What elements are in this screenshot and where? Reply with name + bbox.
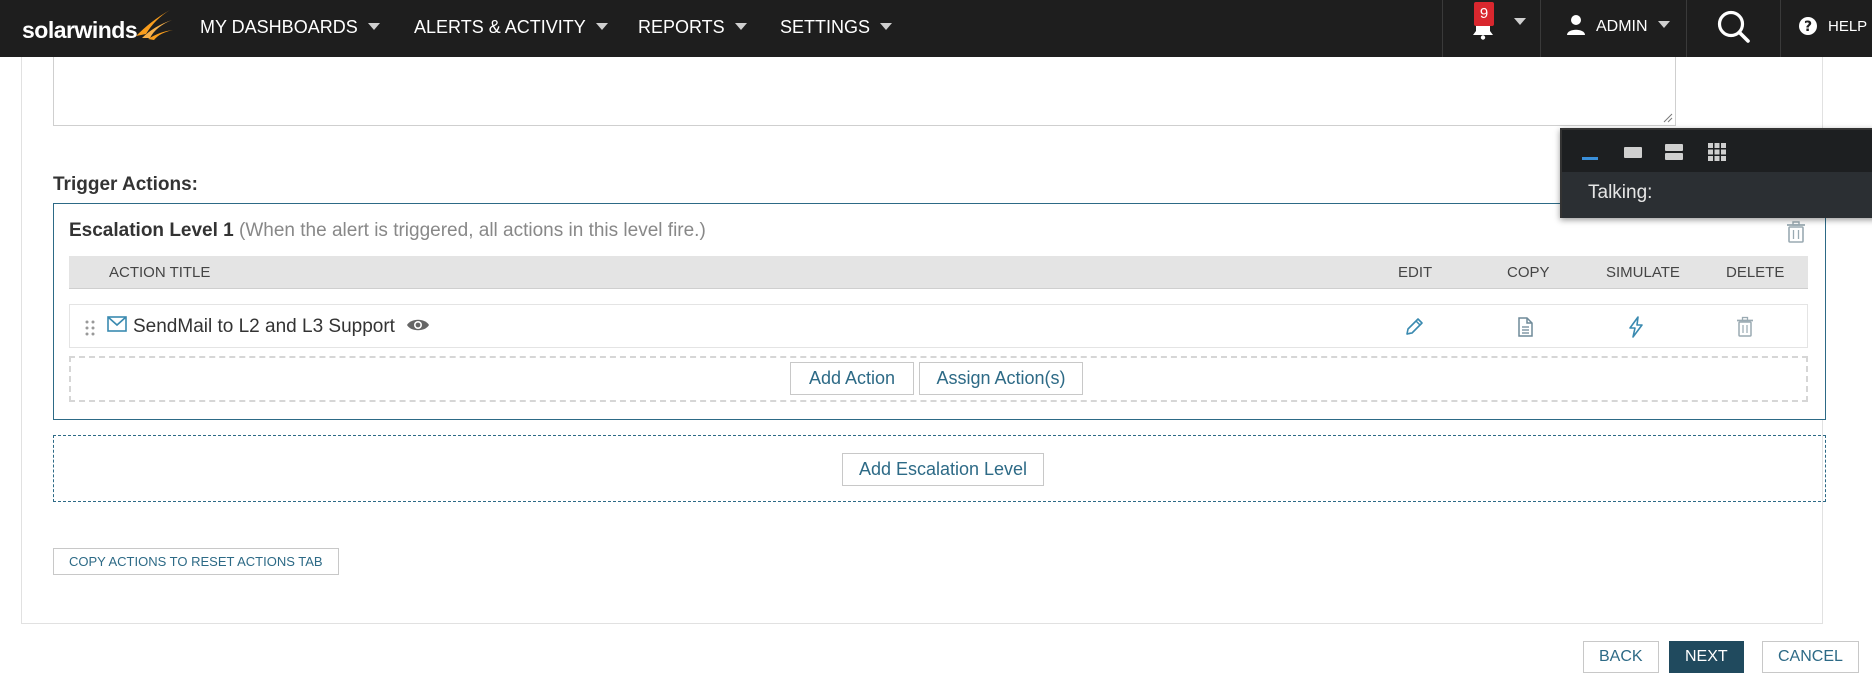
- copy-icon[interactable]: [1514, 316, 1536, 338]
- nav-reports[interactable]: REPORTS: [638, 0, 747, 57]
- nav-separator: [1540, 0, 1541, 57]
- minimize-layout-icon[interactable]: [1580, 142, 1602, 162]
- description-textarea[interactable]: [53, 50, 1676, 126]
- split-layout-icon[interactable]: [1663, 142, 1685, 162]
- back-button[interactable]: BACK: [1583, 641, 1659, 673]
- copy-actions-to-reset-button[interactable]: COPY ACTIONS TO RESET ACTIONS TAB: [53, 548, 339, 575]
- nav-settings-label: SETTINGS: [780, 17, 871, 37]
- escalation-level-panel: Escalation Level 1 (When the alert is tr…: [53, 203, 1826, 420]
- nav-settings[interactable]: SETTINGS: [780, 0, 893, 57]
- talk-panel-body: Talking:: [1562, 172, 1872, 218]
- user-icon: [1567, 15, 1585, 35]
- nav-separator: [1442, 0, 1443, 57]
- add-action-drop-zone: Add Action Assign Action(s): [69, 356, 1808, 402]
- talking-label: Talking:: [1588, 182, 1653, 203]
- nav-reports-label: REPORTS: [638, 17, 725, 37]
- add-escalation-zone: Add Escalation Level: [53, 435, 1826, 502]
- cancel-button[interactable]: CANCEL: [1762, 641, 1859, 673]
- chevron-down-icon[interactable]: [1514, 18, 1526, 25]
- nav-separator: [1780, 0, 1781, 57]
- help-label[interactable]: HELP: [1828, 0, 1867, 54]
- chevron-down-icon: [1657, 21, 1670, 29]
- help-icon[interactable]: ?: [1798, 16, 1818, 36]
- column-header-simulate: SIMULATE: [1606, 264, 1680, 281]
- nav-my-dashboards-label: MY DASHBOARDS: [200, 17, 358, 37]
- svg-text:?: ?: [1804, 19, 1812, 35]
- trigger-actions-title: Trigger Actions:: [53, 174, 198, 195]
- column-header-edit: EDIT: [1398, 264, 1433, 281]
- action-title[interactable]: SendMail to L2 and L3 Support: [133, 316, 395, 338]
- grid-layout-icon[interactable]: [1706, 142, 1728, 162]
- logo-text: solarwinds: [22, 17, 138, 43]
- add-escalation-level-button[interactable]: Add Escalation Level: [842, 453, 1044, 486]
- actions-table-header: ACTION TITLE EDIT COPY SIMULATE DELETE: [69, 256, 1808, 289]
- add-action-button[interactable]: Add Action: [790, 362, 914, 395]
- search-icon[interactable]: [1716, 9, 1752, 45]
- assign-actions-button[interactable]: Assign Action(s): [919, 362, 1083, 395]
- user-menu-label: ADMIN: [1596, 18, 1648, 35]
- escalation-level-title: Escalation Level 1 (When the alert is tr…: [69, 220, 706, 242]
- escalation-level-name: Escalation Level 1: [69, 220, 234, 241]
- top-navigation-bar: solarwinds MY DASHBOARDS ALERTS & ACTIVI…: [0, 0, 1872, 57]
- logo-flare-icon: [136, 10, 173, 40]
- mail-icon: [107, 316, 127, 332]
- solarwinds-logo[interactable]: solarwinds: [22, 8, 173, 48]
- next-button[interactable]: NEXT: [1669, 641, 1744, 673]
- notification-count-badge[interactable]: 9: [1474, 2, 1494, 26]
- column-header-action-title: ACTION TITLE: [109, 264, 211, 281]
- column-header-delete: DELETE: [1726, 264, 1785, 281]
- nav-my-dashboards[interactable]: MY DASHBOARDS: [200, 0, 380, 57]
- trash-icon[interactable]: [1786, 221, 1806, 243]
- chevron-down-icon: [880, 22, 893, 30]
- simulate-lightning-icon[interactable]: [1625, 316, 1647, 338]
- nav-alerts-activity[interactable]: ALERTS & ACTIVITY: [414, 0, 608, 57]
- column-header-copy: COPY: [1507, 264, 1550, 281]
- trash-icon[interactable]: [1734, 316, 1756, 338]
- drag-handle-icon[interactable]: [85, 320, 95, 336]
- resize-grip-icon[interactable]: [1661, 111, 1673, 123]
- chevron-down-icon: [367, 22, 380, 30]
- talk-panel-toolbar: [1562, 130, 1872, 172]
- eye-icon[interactable]: [406, 317, 430, 333]
- user-menu[interactable]: ADMIN: [1596, 0, 1670, 57]
- chevron-down-icon: [595, 22, 608, 30]
- single-layout-icon[interactable]: [1622, 142, 1644, 162]
- talk-panel: Talking:: [1560, 128, 1872, 218]
- nav-separator: [1686, 0, 1687, 57]
- nav-alerts-activity-label: ALERTS & ACTIVITY: [414, 17, 586, 37]
- chevron-down-icon: [734, 22, 747, 30]
- edit-pencil-icon[interactable]: [1403, 316, 1425, 338]
- table-row: SendMail to L2 and L3 Support: [69, 304, 1808, 348]
- escalation-level-subtitle: (When the alert is triggered, all action…: [239, 220, 706, 241]
